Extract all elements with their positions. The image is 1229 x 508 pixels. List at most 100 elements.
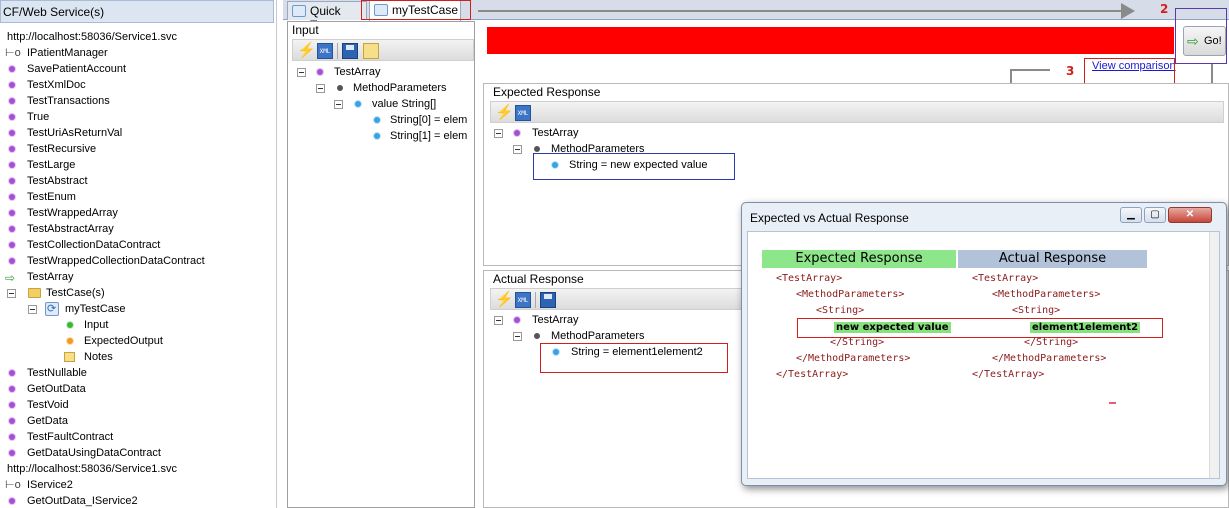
collapse-toggle-icon[interactable] [7, 289, 16, 298]
tree-node-label: True [27, 111, 50, 123]
annotation-box-tab [361, 0, 471, 20]
annotation-box-diff [797, 318, 1163, 338]
actual-panel-title: Actual Response [493, 272, 584, 286]
expected-node-testarray[interactable]: TestArray [532, 125, 578, 141]
input-node-methodparameters[interactable]: MethodParameters [353, 80, 447, 96]
xml-close-string: </String> [830, 337, 885, 348]
tree-node-label: myTestCase [65, 303, 126, 315]
input-toolbar: ⚡ XML [292, 39, 474, 61]
save-icon[interactable] [342, 43, 358, 59]
input-panel: Input ⚡ XML TestArray MethodParameters v… [287, 21, 475, 508]
tree-node-label: TestCase(s) [46, 287, 105, 299]
operation-dot-icon [5, 125, 19, 141]
tree-node-label: TestXmlDoc [27, 79, 86, 91]
annotation-box-actual [540, 343, 728, 373]
input-node-string0[interactable]: String[0] = elem [390, 112, 474, 128]
annotation-box-comparison [1084, 58, 1175, 85]
comparison-body: Expected Response Actual Response <TestA… [747, 231, 1220, 479]
testcase-icon [45, 301, 59, 317]
xml-close-methodparameters: </MethodParameters> [992, 353, 1107, 364]
actual-node-testarray[interactable]: TestArray [532, 312, 578, 328]
xml-view-icon[interactable]: XML [317, 43, 333, 59]
annotation-arrow-line [478, 10, 1128, 12]
tree-node-label: TestLarge [27, 159, 76, 171]
actual-column-header: Actual Response [958, 250, 1147, 268]
notes-icon[interactable] [363, 43, 379, 59]
toolbar-separator [337, 43, 338, 59]
close-icon: ✕ [1185, 209, 1195, 220]
operation-dot-icon [5, 445, 19, 461]
tree-node-label: SavePatientAccount [27, 63, 127, 75]
tree-node-label: GetOutData [27, 383, 86, 395]
maximize-button[interactable]: ▢ [1144, 207, 1166, 223]
input-node-string1[interactable]: String[1] = elem [390, 128, 474, 144]
operation-dot-icon [5, 221, 19, 237]
minimize-button[interactable]: ▁ [1120, 207, 1142, 223]
close-button[interactable]: ✕ [1168, 207, 1212, 223]
xml-view-icon[interactable]: XML [515, 292, 531, 308]
tree-node-label: TestUriAsReturnVal [27, 127, 123, 139]
tree-node-label: TestEnum [27, 191, 76, 203]
annotation-number-2: 2 [1160, 2, 1169, 16]
invoke-icon[interactable]: ⚡ [297, 43, 316, 59]
annotation-arrow-head [1121, 3, 1135, 19]
xml-view-icon[interactable]: XML [515, 105, 531, 121]
input-panel-title: Input [292, 23, 319, 37]
tree-node-label: TestAbstractArray [27, 223, 114, 235]
tree-node-label: TestAbstract [27, 175, 88, 187]
invoke-icon[interactable]: ⚡ [495, 292, 514, 308]
operation-dot-icon [5, 237, 19, 253]
operation-dot-icon [5, 253, 19, 269]
save-icon[interactable] [540, 292, 556, 308]
actual-node-methodparameters[interactable]: MethodParameters [551, 328, 645, 344]
annotation-box-expected [533, 153, 735, 180]
tree-node-label: http://localhost:58036/Service1.svc [7, 31, 177, 43]
tree-node-label: TestFaultContract [27, 431, 114, 443]
operation-dot-icon [5, 61, 19, 77]
input-node-testarray[interactable]: TestArray [334, 64, 380, 80]
tab-quick-test[interactable]: Quick Test [287, 1, 367, 32]
tree-node-label: ExpectedOutput [84, 335, 163, 347]
collapse-toggle-icon[interactable] [297, 68, 306, 77]
tree-node-label: TestNullable [27, 367, 87, 379]
operation-dot-icon [5, 141, 19, 157]
collapse-toggle-icon[interactable] [494, 129, 503, 138]
operation-dot-icon [5, 157, 19, 173]
collapse-toggle-icon[interactable] [316, 84, 325, 93]
tree-node-label: GetOutData_IService2 [27, 495, 138, 507]
maximize-icon: ▢ [1150, 209, 1160, 220]
operation-dot-icon [5, 365, 19, 381]
tree-node-label: TestCollectionDataContract [27, 239, 161, 251]
input-node-value[interactable]: value String[] [372, 96, 436, 112]
tree-node-label: TestWrappedCollectionDataContract [27, 255, 205, 267]
expected-dot-icon [63, 333, 77, 349]
collapse-toggle-icon[interactable] [28, 305, 37, 314]
green-arrow-icon: ⇨ [5, 271, 16, 285]
operation-dot-icon [5, 77, 19, 93]
xml-open-string: <String> [1012, 305, 1061, 316]
operation-dot-icon [5, 205, 19, 221]
service-tree-header: CF/Web Service(s) [0, 0, 274, 23]
expected-toolbar: ⚡ XML [490, 101, 1224, 123]
annotation-arrow-line [1010, 69, 1050, 71]
collapse-toggle-icon[interactable] [513, 332, 522, 341]
operation-dot-icon [5, 397, 19, 413]
comparison-window: Expected vs Actual Response ▁ ▢ ✕ Expect… [741, 202, 1227, 486]
operation-dot-icon [5, 109, 19, 125]
tree-node-label: TestWrappedArray [27, 207, 118, 219]
input-dot-icon [63, 317, 77, 333]
xml-close-testarray: </TestArray> [776, 369, 849, 380]
vertical-scrollbar[interactable] [1209, 232, 1219, 478]
tree-node-label: GetData [27, 415, 68, 427]
service-tree-panel: CF/Web Service(s) http://localhost:58036… [0, 0, 277, 508]
invoke-icon[interactable]: ⚡ [495, 105, 514, 121]
collapse-toggle-icon[interactable] [513, 145, 522, 154]
operation-dot-icon [5, 381, 19, 397]
operation-dot-icon [5, 173, 19, 189]
interface-icon: ⊢o [5, 479, 21, 491]
collapse-toggle-icon[interactable] [494, 316, 503, 325]
expected-panel-title: Expected Response [493, 85, 601, 99]
annotation-number-3: 3 [1066, 64, 1075, 78]
xml-open-methodparameters: <MethodParameters> [992, 289, 1101, 300]
collapse-toggle-icon[interactable] [334, 100, 343, 109]
